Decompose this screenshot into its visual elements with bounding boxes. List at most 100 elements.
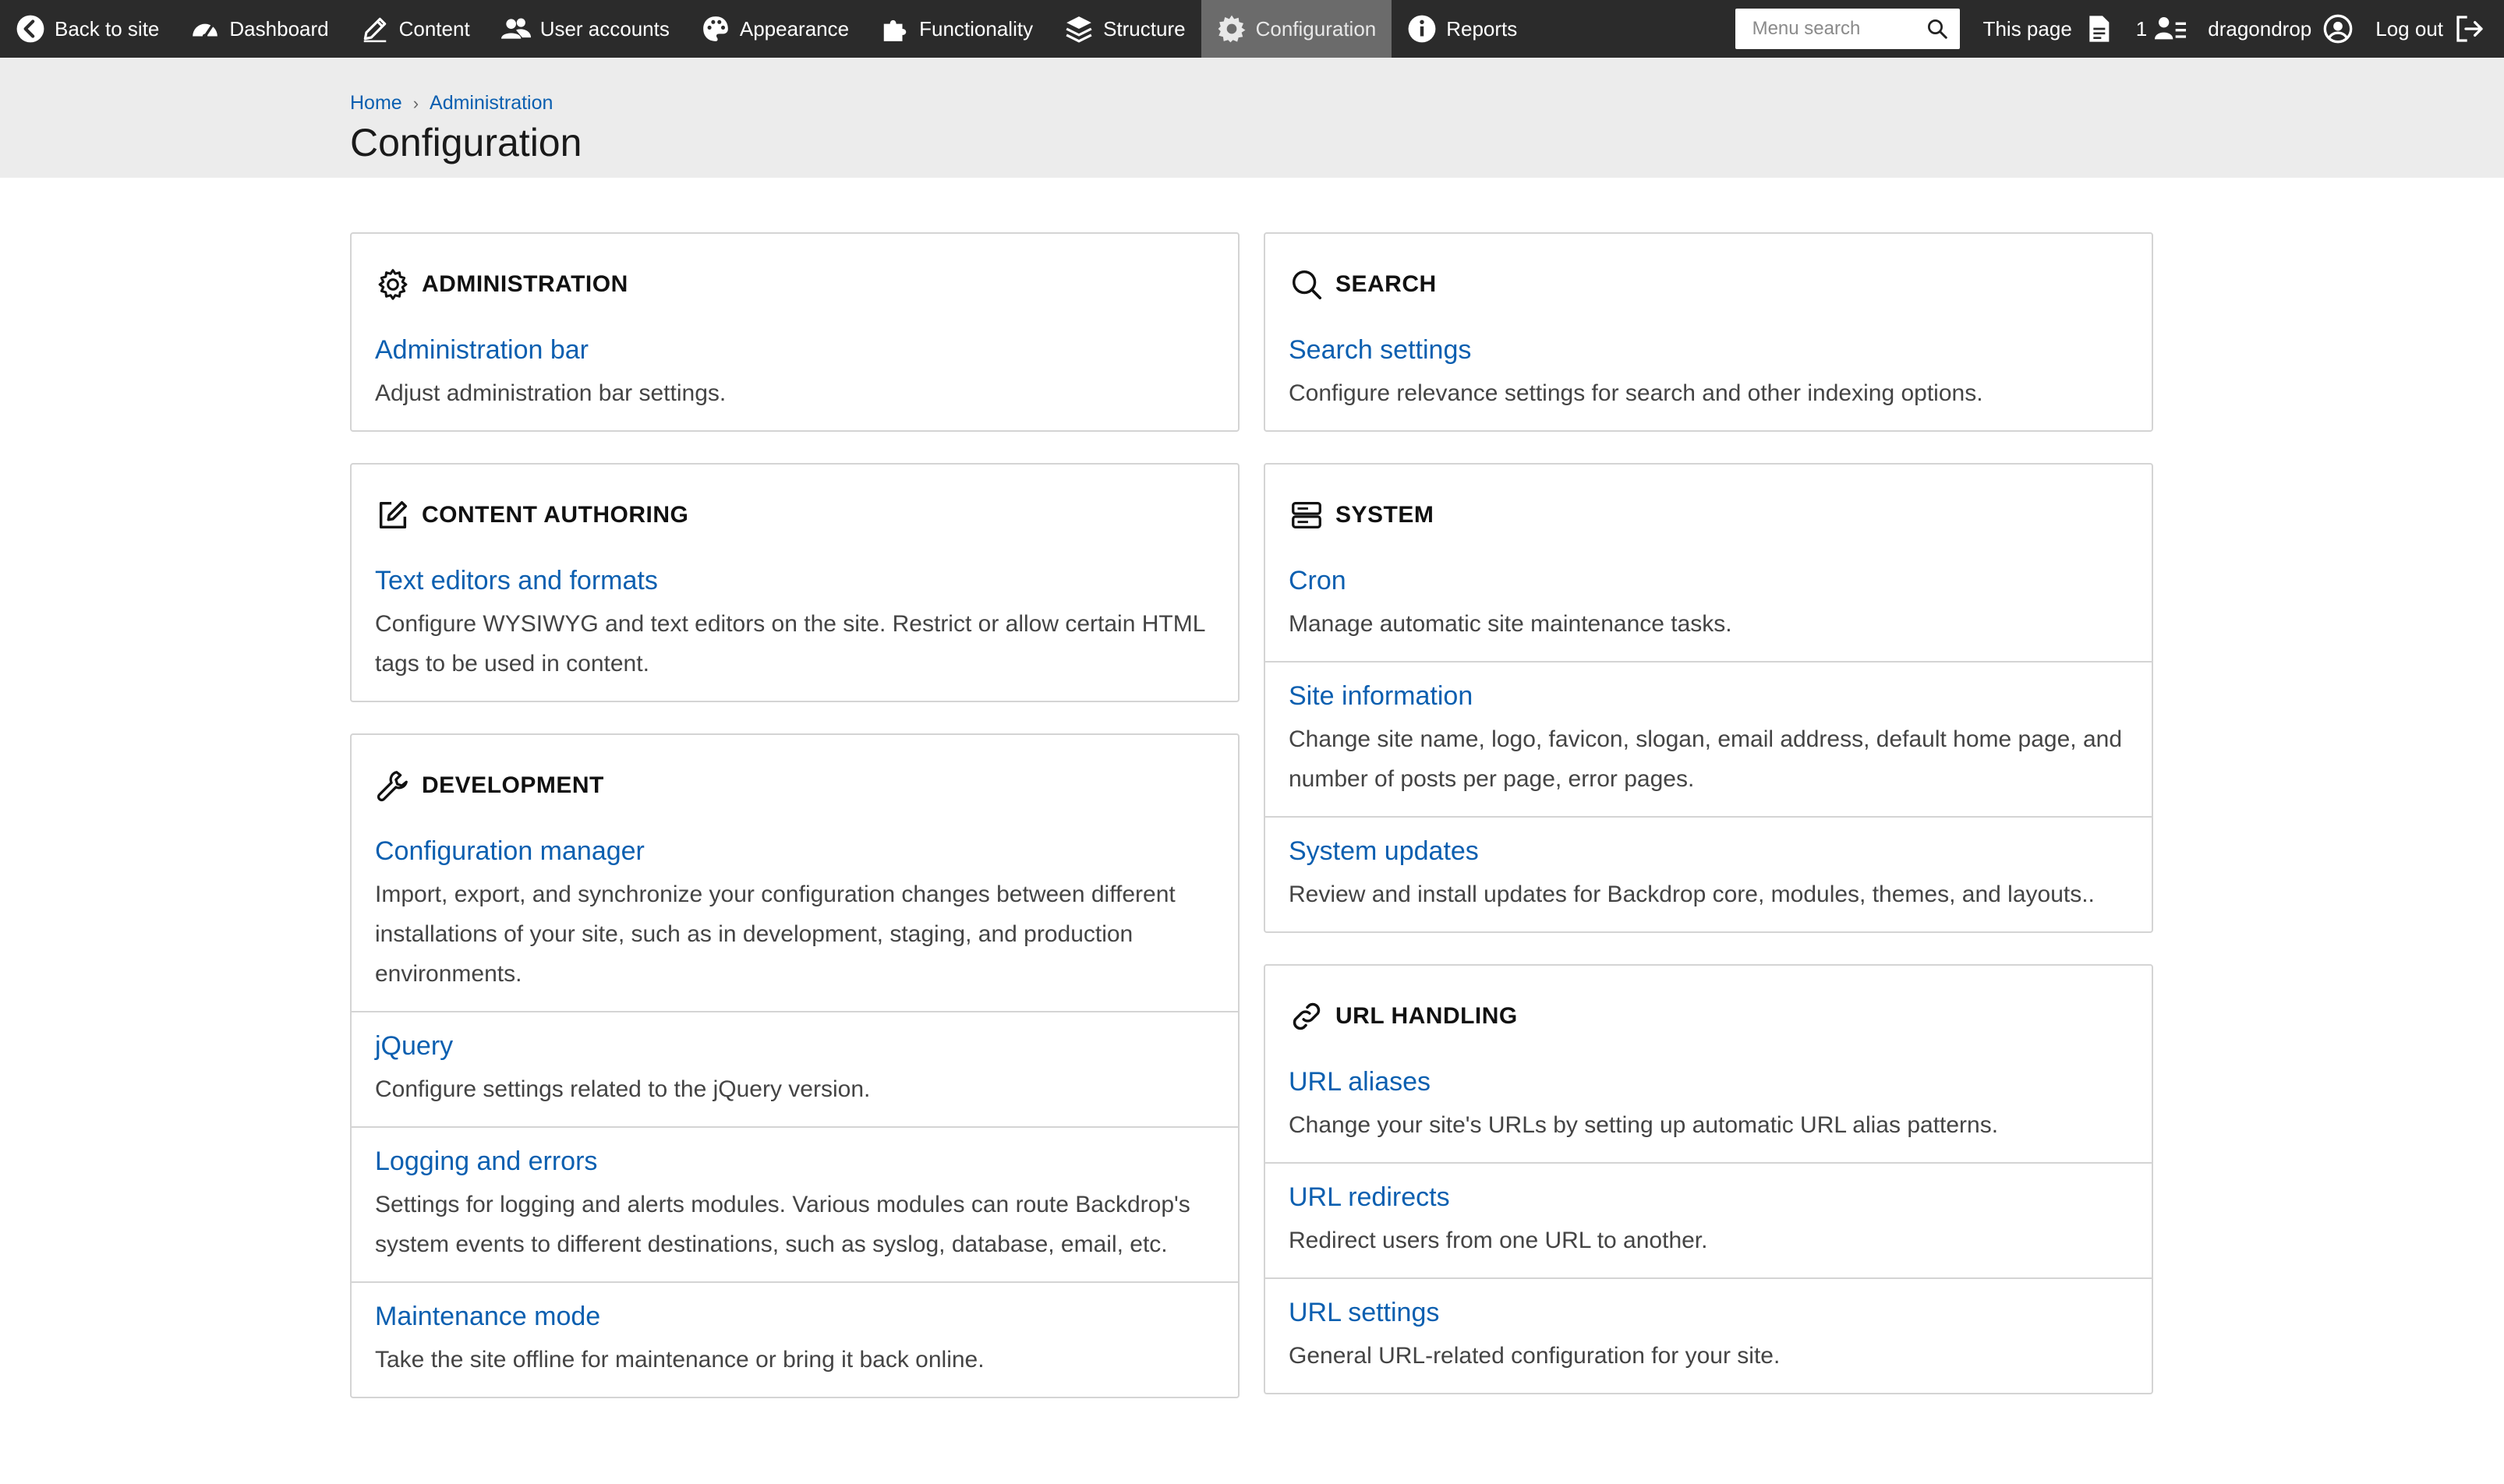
- structure-link[interactable]: Structure: [1049, 0, 1201, 58]
- list-item: URL aliases Change your site's URLs by s…: [1265, 1048, 2152, 1162]
- panel-header: ADMINISTRATION: [352, 234, 1238, 316]
- dashboard-link[interactable]: Dashboard: [175, 0, 344, 58]
- list-item: Cron Manage automatic site maintenance t…: [1265, 547, 2152, 661]
- list-item: Logging and errors Settings for logging …: [352, 1126, 1238, 1281]
- logout-icon: [2456, 16, 2483, 42]
- dashboard-label: Dashboard: [229, 16, 329, 41]
- entry-description: Configure settings related to the jQuery…: [375, 1076, 871, 1102]
- panel-title: SEARCH: [1335, 271, 1437, 297]
- edit-icon: [379, 500, 408, 529]
- entry-description: Change site name, logo, favicon, slogan,…: [1289, 726, 2123, 792]
- this-page-link[interactable]: This page: [1972, 13, 2125, 44]
- logout-link[interactable]: Log out: [2364, 13, 2504, 44]
- server-icon: [1292, 502, 1321, 528]
- url-redirects-link[interactable]: URL redirects: [1289, 1182, 2128, 1213]
- active-users-count: 1: [2135, 16, 2148, 41]
- maintenance-mode-link[interactable]: Maintenance mode: [375, 1302, 1215, 1332]
- panel-url-handling: URL HANDLING URL aliases Change your sit…: [1264, 964, 2153, 1394]
- user-accounts-link[interactable]: User accounts: [486, 0, 685, 58]
- palette-icon: [703, 16, 728, 41]
- panel-header: DEVELOPMENT: [352, 735, 1238, 818]
- pencil-icon: [363, 17, 386, 43]
- list-item: Search settings Configure relevance sett…: [1265, 316, 2152, 430]
- panel-system: SYSTEM Cron Manage automatic site mainte…: [1264, 463, 2153, 933]
- puzzle-icon: [883, 19, 907, 41]
- list-item: URL redirects Redirect users from one UR…: [1265, 1162, 2152, 1277]
- panel-header: SYSTEM: [1265, 465, 2152, 547]
- entry-description: Adjust administration bar settings.: [375, 380, 727, 406]
- structure-label: Structure: [1103, 16, 1186, 41]
- panel-development: DEVELOPMENT Configuration manager Import…: [350, 733, 1240, 1398]
- list-item: Configuration manager Import, export, an…: [352, 818, 1238, 1011]
- site-information-link[interactable]: Site information: [1289, 681, 2128, 712]
- cron-link[interactable]: Cron: [1289, 566, 2128, 596]
- list-item: URL settings General URL-related configu…: [1265, 1277, 2152, 1393]
- panel-title: ADMINISTRATION: [422, 271, 628, 297]
- content-label: Content: [398, 16, 470, 41]
- content-link[interactable]: Content: [345, 0, 486, 58]
- entry-description: Change your site's URLs by setting up au…: [1289, 1112, 1999, 1138]
- panel-title: URL HANDLING: [1335, 1003, 1518, 1029]
- list-item: Text editors and formats Configure WYSIW…: [352, 547, 1238, 701]
- left-column: ADMINISTRATION Administration bar Adjust…: [350, 232, 1240, 1429]
- user-list-icon: [2155, 17, 2187, 40]
- panel-title: CONTENT AUTHORING: [422, 502, 689, 528]
- url-aliases-link[interactable]: URL aliases: [1289, 1067, 2128, 1097]
- user-accounts-label: User accounts: [539, 16, 670, 41]
- menu-search[interactable]: [1735, 9, 1960, 49]
- entry-description: Settings for logging and alerts modules.…: [375, 1192, 1190, 1257]
- back-to-site-link[interactable]: Back to site: [0, 0, 175, 58]
- appearance-label: Appearance: [739, 16, 850, 41]
- configuration-link[interactable]: Configuration: [1201, 0, 1392, 58]
- logging-errors-link[interactable]: Logging and errors: [375, 1147, 1215, 1177]
- gear-icon: [378, 269, 408, 300]
- entry-description: Manage automatic site maintenance tasks.: [1289, 611, 1732, 637]
- configuration-label: Configuration: [1255, 16, 1377, 41]
- system-updates-link[interactable]: System updates: [1289, 836, 2128, 867]
- this-page-label: This page: [1982, 16, 2072, 41]
- document-icon: [2089, 16, 2110, 42]
- username-label: dragondrop: [2208, 16, 2312, 41]
- dashboard-icon: [193, 23, 218, 39]
- back-to-site-label: Back to site: [55, 16, 160, 41]
- menu-search-input[interactable]: [1752, 18, 1926, 40]
- text-editors-link[interactable]: Text editors and formats: [375, 566, 1215, 596]
- url-settings-link[interactable]: URL settings: [1289, 1298, 2128, 1328]
- entry-description: Take the site offline for maintenance or…: [375, 1347, 985, 1373]
- right-column: SEARCH Search settings Configure relevan…: [1264, 232, 2153, 1426]
- reports-link[interactable]: Reports: [1392, 0, 1533, 58]
- panel-header: CONTENT AUTHORING: [352, 465, 1238, 547]
- functionality-link[interactable]: Functionality: [865, 0, 1049, 58]
- account-icon: [2323, 14, 2353, 44]
- search-settings-link[interactable]: Search settings: [1289, 335, 2128, 366]
- breadcrumb: Home › Administration: [350, 92, 553, 115]
- panel-header: URL HANDLING: [1265, 966, 2152, 1048]
- layers-icon: [1066, 16, 1092, 43]
- breadcrumb-home[interactable]: Home: [350, 92, 402, 115]
- functionality-label: Functionality: [919, 16, 1034, 41]
- list-item: jQuery Configure settings related to the…: [352, 1011, 1238, 1126]
- entry-description: Redirect users from one URL to another.: [1289, 1228, 1708, 1253]
- panel-search: SEARCH Search settings Configure relevan…: [1264, 232, 2153, 432]
- jquery-link[interactable]: jQuery: [375, 1031, 1215, 1062]
- panel-title: DEVELOPMENT: [422, 772, 604, 798]
- account-link[interactable]: dragondrop: [2197, 13, 2364, 44]
- configuration-manager-link[interactable]: Configuration manager: [375, 836, 1215, 867]
- panel-title: SYSTEM: [1335, 502, 1434, 528]
- link-icon: [1293, 1002, 1321, 1030]
- entry-description: Configure WYSIWYG and text editors on th…: [375, 611, 1205, 677]
- list-item: Administration bar Adjust administration…: [352, 316, 1238, 430]
- breadcrumb-administration[interactable]: Administration: [430, 92, 553, 115]
- appearance-link[interactable]: Appearance: [685, 0, 865, 58]
- admin-bar: Back to site Dashboard Content User acco…: [0, 0, 2504, 58]
- search-icon[interactable]: [1926, 17, 1949, 41]
- page-header: Home › Administration Configuration: [0, 58, 2504, 178]
- active-users-link[interactable]: 1: [2125, 13, 2197, 44]
- breadcrumb-separator-icon: ›: [412, 93, 419, 113]
- entry-description: Review and install updates for Backdrop …: [1289, 882, 2095, 907]
- entry-description: General URL-related configuration for yo…: [1289, 1343, 1781, 1369]
- panel-administration: ADMINISTRATION Administration bar Adjust…: [350, 232, 1240, 432]
- panel-content-authoring: CONTENT AUTHORING Text editors and forma…: [350, 463, 1240, 702]
- administration-bar-link[interactable]: Administration bar: [375, 335, 1215, 366]
- wrench-icon: [377, 771, 408, 802]
